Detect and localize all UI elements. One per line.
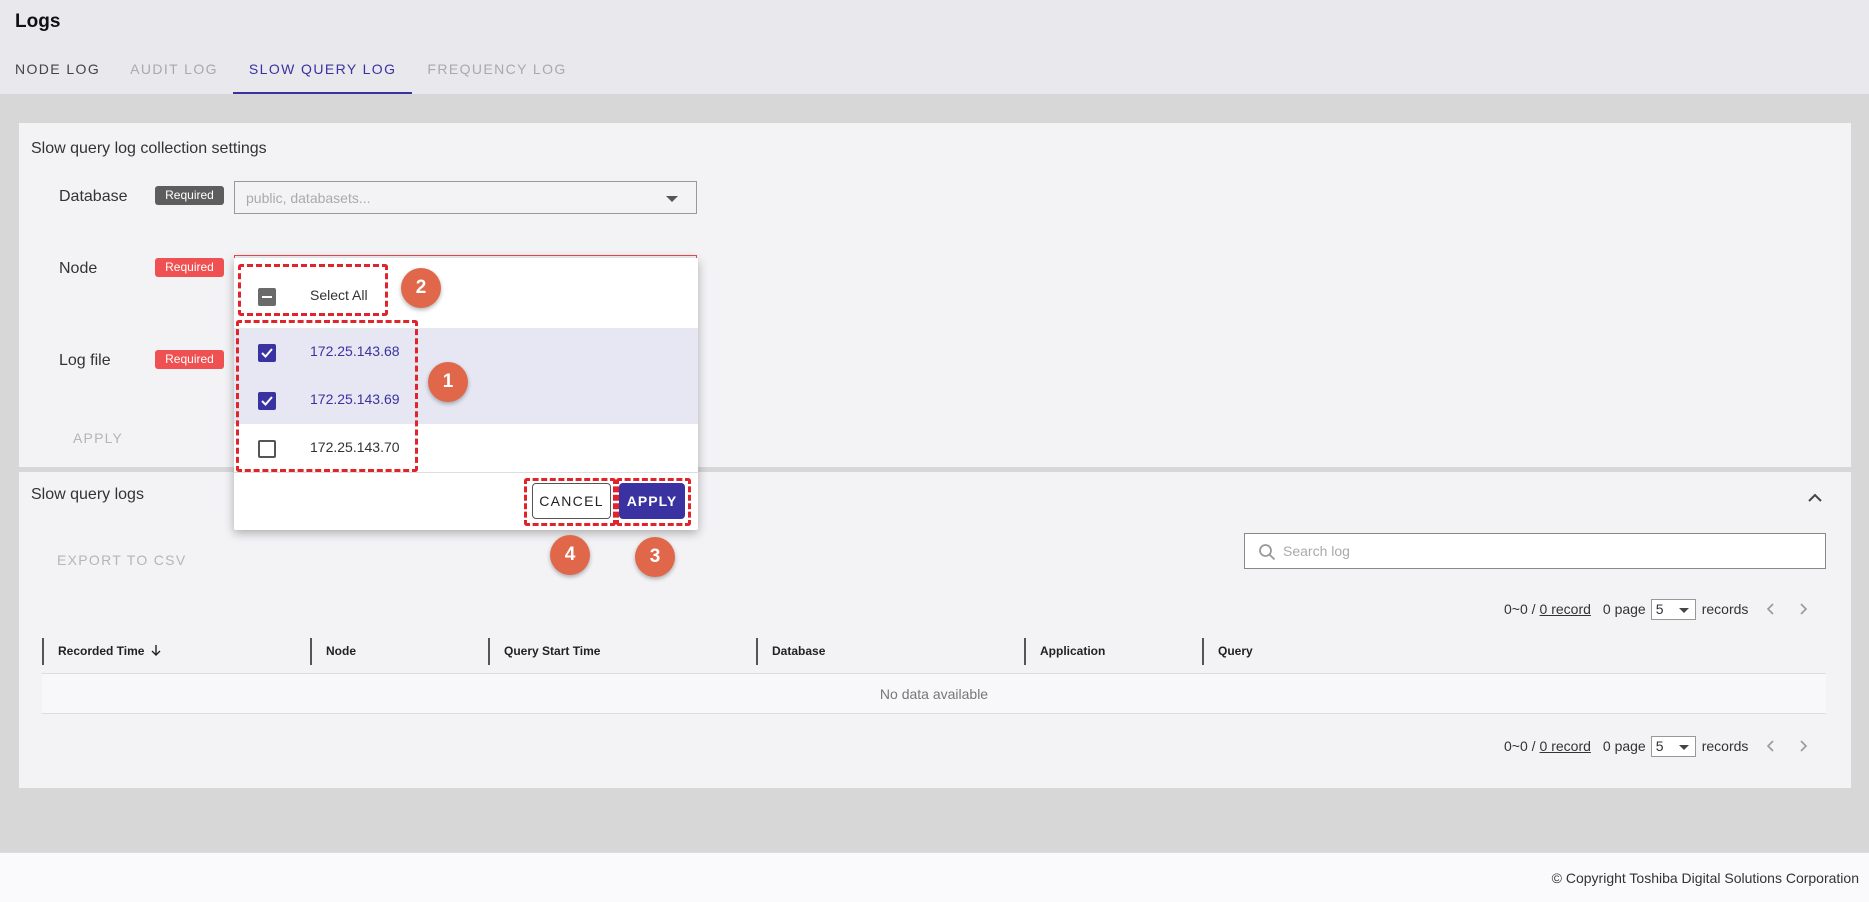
- callout-badge: 1: [428, 362, 468, 402]
- copyright-text: © Copyright Toshiba Digital Solutions Co…: [1551, 870, 1859, 886]
- column-node[interactable]: Node: [310, 638, 488, 665]
- logfile-label: Log file: [59, 352, 111, 369]
- empty-table-message: No data available: [42, 673, 1826, 714]
- select-all-label: Select All: [310, 287, 368, 303]
- pagination-range: 0~0 /: [1504, 738, 1536, 754]
- column-label: Recorded Time: [58, 644, 145, 658]
- search-box: [1244, 533, 1826, 569]
- pagination-bottom: 0~0 / 0 record 0 page 5 records: [1504, 734, 1808, 758]
- cancel-button[interactable]: CANCEL: [532, 483, 611, 519]
- database-select[interactable]: public, databasets...: [234, 181, 697, 214]
- logfile-required-badge: Required: [155, 350, 224, 369]
- chevron-down-icon: [1678, 607, 1689, 613]
- check-icon: [261, 396, 273, 406]
- pagination-range: 0~0 /: [1504, 601, 1536, 617]
- page-title: Logs: [15, 11, 61, 32]
- column-application[interactable]: Application: [1024, 638, 1202, 665]
- column-database[interactable]: Database: [756, 638, 1024, 665]
- database-required-badge: Required: [155, 186, 224, 205]
- callout-badge: 3: [635, 537, 675, 577]
- node-dropdown-menu: Select All 172.25.143.68 172.25.143.69 1…: [234, 258, 698, 530]
- database-placeholder: public, databasets...: [246, 190, 371, 206]
- tab-slow-query-log[interactable]: SLOW QUERY LOG: [232, 52, 413, 94]
- node-option[interactable]: 172.25.143.68: [234, 328, 698, 376]
- export-csv-button[interactable]: EXPORT TO CSV: [57, 552, 186, 568]
- node-label: Node: [59, 260, 98, 277]
- node-checkbox[interactable]: [258, 344, 276, 362]
- top-header: Logs NODE LOG AUDIT LOG SLOW QUERY LOG F…: [0, 0, 1869, 94]
- chevron-up-icon[interactable]: [1807, 492, 1823, 504]
- database-label: Database: [59, 188, 128, 205]
- page-size-value: 5: [1655, 600, 1664, 617]
- table-header: Recorded Time Node Query Start Time Data…: [42, 638, 1826, 665]
- select-all-checkbox[interactable]: [258, 288, 276, 306]
- tab-audit-log[interactable]: AUDIT LOG: [115, 52, 233, 94]
- record-count-link[interactable]: 0 record: [1540, 601, 1591, 617]
- chevron-down-icon: [666, 196, 678, 202]
- settings-apply-button[interactable]: APPLY: [73, 430, 123, 446]
- callout-badge: 4: [550, 535, 590, 575]
- page-footer: © Copyright Toshiba Digital Solutions Co…: [0, 852, 1869, 902]
- records-label: records: [1701, 738, 1749, 754]
- node-option-label: 172.25.143.70: [310, 439, 400, 455]
- node-checkbox[interactable]: [258, 440, 276, 458]
- node-option-label: 172.25.143.69: [310, 391, 400, 407]
- records-label: records: [1701, 601, 1749, 617]
- settings-title: Slow query log collection settings: [31, 140, 267, 157]
- logs-title: Slow query logs: [31, 486, 144, 503]
- chevron-right-icon[interactable]: [1798, 739, 1808, 753]
- record-count-link[interactable]: 0 record: [1540, 738, 1591, 754]
- column-recorded-time[interactable]: Recorded Time: [42, 638, 310, 665]
- log-tabs: NODE LOG AUDIT LOG SLOW QUERY LOG FREQUE…: [0, 52, 582, 94]
- page-count: 0 page: [1602, 738, 1646, 754]
- node-checkbox[interactable]: [258, 392, 276, 410]
- chevron-left-icon[interactable]: [1766, 739, 1776, 753]
- node-option[interactable]: 172.25.143.70: [234, 424, 698, 472]
- dropdown-footer: CANCEL APPLY: [234, 472, 698, 530]
- column-query-start-time[interactable]: Query Start Time: [488, 638, 756, 665]
- chevron-down-icon: [1678, 744, 1689, 750]
- arrow-down-icon: [151, 645, 161, 656]
- page-count: 0 page: [1602, 601, 1646, 617]
- pagination-top: 0~0 / 0 record 0 page 5 records: [1504, 597, 1808, 621]
- dropdown-apply-button[interactable]: APPLY: [619, 483, 685, 519]
- page-size-value: 5: [1655, 737, 1664, 754]
- column-query[interactable]: Query: [1202, 638, 1502, 665]
- chevron-right-icon[interactable]: [1798, 602, 1808, 616]
- tab-frequency-log[interactable]: FREQUENCY LOG: [412, 52, 581, 94]
- node-required-badge: Required: [155, 258, 224, 277]
- callout-badge: 2: [401, 268, 441, 308]
- select-all-option[interactable]: Select All: [234, 272, 698, 320]
- search-icon: [1259, 544, 1276, 561]
- search-input[interactable]: [1283, 534, 1813, 568]
- node-option-label: 172.25.143.68: [310, 343, 400, 359]
- check-icon: [261, 348, 273, 358]
- tab-node-log[interactable]: NODE LOG: [0, 52, 115, 94]
- page-size-select[interactable]: 5: [1650, 598, 1696, 620]
- page-size-select[interactable]: 5: [1650, 735, 1696, 757]
- chevron-left-icon[interactable]: [1766, 602, 1776, 616]
